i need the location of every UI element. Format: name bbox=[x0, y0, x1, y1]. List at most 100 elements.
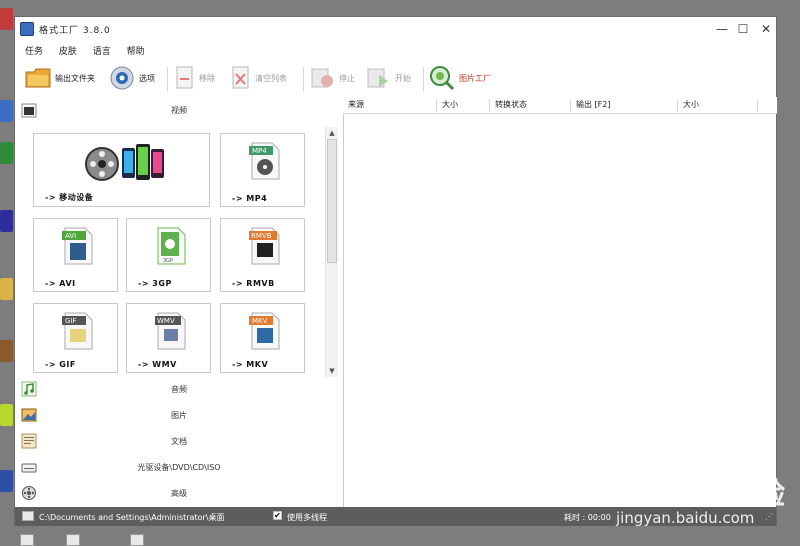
mp4-file-icon: MP4 bbox=[249, 142, 280, 180]
desktop-icon bbox=[20, 534, 34, 546]
tile-rmvb-label: -> RMVB bbox=[232, 279, 275, 288]
scroll-up-icon[interactable]: ▲ bbox=[326, 127, 338, 139]
remove-button[interactable]: 移除 bbox=[175, 63, 215, 93]
output-path: C:\Documents and Settings\Administrator\… bbox=[39, 513, 225, 522]
output-folder-button[interactable]: 输出文件夹 bbox=[25, 63, 95, 93]
start-icon bbox=[367, 68, 388, 88]
category-document-label: 文档 bbox=[171, 437, 187, 446]
tile-gif-label: -> GIF bbox=[45, 360, 76, 369]
toolbar-separator bbox=[167, 67, 168, 91]
minimize-button[interactable]: — bbox=[712, 20, 732, 38]
category-audio[interactable]: 音频 bbox=[15, 378, 343, 402]
column-convert-status[interactable]: 转换状态 bbox=[490, 99, 571, 112]
column-source[interactable]: 来源 bbox=[343, 99, 437, 112]
clear-list-icon bbox=[232, 66, 249, 89]
desktop-icon bbox=[0, 100, 13, 122]
multithread-checkbox[interactable]: ✔ bbox=[273, 511, 282, 520]
column-size[interactable]: 大小 bbox=[437, 99, 490, 112]
column-output-size[interactable]: 大小 bbox=[678, 99, 758, 112]
category-video[interactable]: 视频 bbox=[15, 99, 343, 123]
svg-text:WMV: WMV bbox=[157, 317, 175, 325]
category-advanced-label: 高级 bbox=[171, 489, 187, 498]
start-button[interactable]: 开始 bbox=[367, 63, 411, 93]
category-disc-drive[interactable]: 光驱设备\DVD\CD\ISO bbox=[15, 456, 343, 480]
3gp-file-icon: 3GP bbox=[155, 227, 186, 265]
picture-factory-icon bbox=[430, 66, 455, 91]
options-label: 选项 bbox=[139, 73, 155, 83]
stop-label: 停止 bbox=[339, 73, 355, 83]
remove-document-icon bbox=[176, 66, 193, 89]
toolbar-separator bbox=[303, 67, 304, 91]
category-disc-drive-label: 光驱设备\DVD\CD\ISO bbox=[137, 463, 221, 472]
tile-rmvb[interactable]: RMVB -> RMVB bbox=[220, 218, 305, 292]
menu-help[interactable]: 帮助 bbox=[127, 44, 145, 57]
scroll-thumb[interactable] bbox=[327, 139, 337, 263]
options-gear-icon bbox=[110, 66, 134, 90]
task-list-header: 来源 大小 转换状态 输出 [F2] 大小 bbox=[343, 97, 777, 114]
title-bar: 格式工厂 3.8.0 — ☐ ✕ bbox=[15, 17, 776, 41]
svg-text:RMVB: RMVB bbox=[251, 232, 272, 240]
clear-list-label: 清空列表 bbox=[255, 73, 287, 83]
task-list[interactable]: 来源 大小 转换状态 输出 [F2] 大小 bbox=[343, 97, 777, 507]
desktop-icon bbox=[130, 534, 144, 546]
format-factory-window: 格式工厂 3.8.0 — ☐ ✕ 任务 皮肤 语言 帮助 输出文件夹 选项 移除… bbox=[14, 16, 777, 526]
desktop-icon bbox=[0, 210, 13, 232]
wmv-file-icon: WMV bbox=[155, 312, 186, 350]
tile-mp4[interactable]: MP4 -> MP4 bbox=[220, 133, 305, 207]
desktop-icon bbox=[66, 534, 80, 546]
toolbar-separator bbox=[423, 67, 424, 91]
tile-avi[interactable]: AVI -> AVI bbox=[33, 218, 118, 292]
desktop-icon bbox=[0, 470, 13, 492]
desktop-icon bbox=[0, 142, 13, 164]
svg-text:MP4: MP4 bbox=[252, 147, 267, 155]
category-document[interactable]: 文档 bbox=[15, 430, 343, 454]
maximize-button[interactable]: ☐ bbox=[733, 20, 753, 38]
scroll-down-icon[interactable]: ▼ bbox=[326, 365, 338, 377]
menu-task[interactable]: 任务 bbox=[25, 44, 43, 57]
stop-button[interactable]: 停止 bbox=[311, 63, 355, 93]
mkv-file-icon: MKV bbox=[249, 312, 280, 350]
avi-file-icon: AVI bbox=[62, 227, 93, 265]
tile-gif[interactable]: GIF -> GIF bbox=[33, 303, 118, 373]
svg-text:GIF: GIF bbox=[65, 317, 77, 325]
picture-factory-label: 图片工厂 bbox=[459, 73, 491, 83]
picture-factory-button[interactable]: 图片工厂 bbox=[429, 63, 491, 93]
baidu-watermark: Bai du 经验 jingyan.baidu.com bbox=[616, 455, 796, 530]
menu-language[interactable]: 语言 bbox=[93, 44, 111, 57]
svg-text:AVI: AVI bbox=[65, 232, 76, 240]
gif-file-icon: GIF bbox=[62, 312, 93, 350]
menu-skin[interactable]: 皮肤 bbox=[59, 44, 77, 57]
category-advanced[interactable]: 高级 bbox=[15, 482, 343, 506]
column-output[interactable]: 输出 [F2] bbox=[571, 99, 678, 112]
tile-wmv[interactable]: WMV -> WMV bbox=[126, 303, 211, 373]
options-button[interactable]: 选项 bbox=[109, 63, 155, 93]
svg-text:3GP: 3GP bbox=[163, 258, 173, 264]
tile-mkv-label: -> MKV bbox=[232, 360, 269, 369]
tile-avi-label: -> AVI bbox=[45, 279, 76, 288]
tile-wmv-label: -> WMV bbox=[138, 360, 177, 369]
mobile-device-icon bbox=[85, 144, 164, 181]
clear-list-button[interactable]: 清空列表 bbox=[231, 63, 287, 93]
category-picture[interactable]: 图片 bbox=[15, 404, 343, 428]
stop-icon bbox=[311, 68, 333, 88]
tile-mkv[interactable]: MKV -> MKV bbox=[220, 303, 305, 373]
conversion-panel: 视频 -> 移动设备 MP4 -> MP4 AVI -> AVI 3GP -> … bbox=[15, 97, 344, 507]
multithread-label: 使用多线程 bbox=[287, 513, 327, 522]
desktop-icon bbox=[0, 8, 13, 30]
remove-label: 移除 bbox=[199, 73, 215, 83]
svg-text:MKV: MKV bbox=[252, 317, 268, 325]
tile-3gp[interactable]: 3GP -> 3GP bbox=[126, 218, 211, 292]
category-video-label: 视频 bbox=[171, 106, 187, 115]
close-button[interactable]: ✕ bbox=[756, 20, 776, 38]
folder-icon bbox=[25, 68, 51, 88]
desktop-icon bbox=[0, 278, 13, 300]
app-icon bbox=[20, 22, 34, 36]
window-title: 格式工厂 3.8.0 bbox=[39, 26, 111, 36]
start-label: 开始 bbox=[395, 73, 411, 83]
output-folder-icon[interactable] bbox=[22, 511, 34, 521]
desktop-icon bbox=[0, 404, 13, 426]
tile-mobile-device[interactable]: -> 移动设备 bbox=[33, 133, 210, 207]
menu-bar: 任务 皮肤 语言 帮助 bbox=[25, 44, 158, 58]
video-scrollbar[interactable]: ▲ ▼ bbox=[325, 127, 338, 377]
category-picture-label: 图片 bbox=[171, 411, 187, 420]
